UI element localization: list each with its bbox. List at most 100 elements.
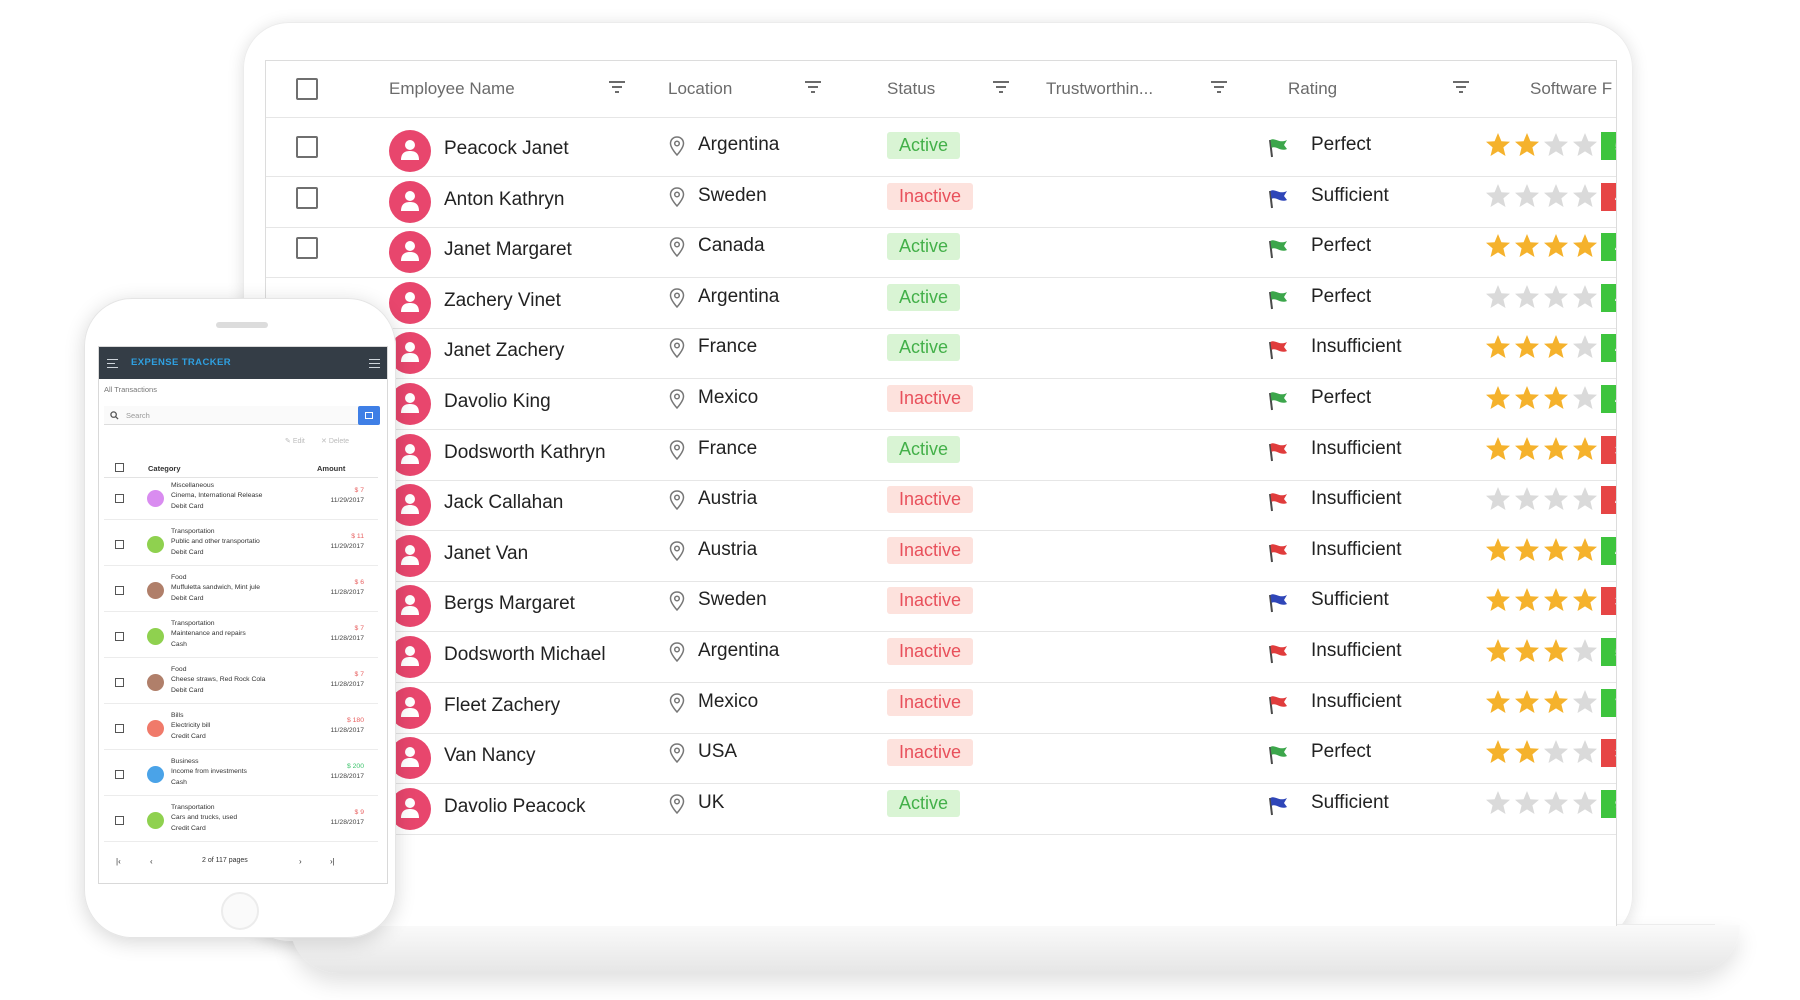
rating-stars[interactable] xyxy=(1484,485,1616,513)
row-checkbox[interactable] xyxy=(296,136,318,158)
list-item[interactable]: Bills Electricity bill Credit Card $ 180 11/… xyxy=(104,708,378,750)
star-icon[interactable] xyxy=(1542,688,1570,716)
item-checkbox[interactable] xyxy=(115,586,124,595)
star-icon[interactable] xyxy=(1571,435,1599,463)
star-icon[interactable] xyxy=(1513,536,1541,564)
filter-icon[interactable] xyxy=(805,81,821,95)
star-icon[interactable] xyxy=(1542,232,1570,260)
star-icon[interactable] xyxy=(1513,789,1541,817)
edit-button[interactable]: ✎ Edit xyxy=(285,437,305,445)
column-header-location[interactable]: Location xyxy=(668,61,798,117)
column-header-trustworthiness[interactable]: Trustworthin... xyxy=(1046,61,1196,117)
star-icon[interactable] xyxy=(1513,485,1541,513)
star-icon[interactable] xyxy=(1484,435,1512,463)
star-icon[interactable] xyxy=(1484,283,1512,311)
star-icon[interactable] xyxy=(1484,232,1512,260)
star-icon[interactable] xyxy=(1484,637,1512,665)
star-icon[interactable] xyxy=(1513,637,1541,665)
list-item[interactable]: Transportation Public and other transport… xyxy=(104,524,378,566)
column-header-rating[interactable]: Rating xyxy=(1288,61,1388,117)
star-icon[interactable] xyxy=(1484,485,1512,513)
star-icon[interactable] xyxy=(1571,485,1599,513)
table-row[interactable]: Davolio Peacock UK Active Sufficient 93% xyxy=(266,776,1616,835)
list-item[interactable]: Transportation Maintenance and repairs Cas… xyxy=(104,616,378,658)
row-checkbox[interactable] xyxy=(296,186,318,209)
star-icon[interactable] xyxy=(1571,789,1599,817)
star-icon[interactable] xyxy=(1484,688,1512,716)
star-icon[interactable] xyxy=(1484,333,1512,361)
column-header-employee-name[interactable]: Employee Name xyxy=(389,61,609,117)
star-icon[interactable] xyxy=(1542,131,1570,159)
select-all-checkbox[interactable] xyxy=(115,463,124,472)
star-icon[interactable] xyxy=(1571,131,1599,159)
filter-icon[interactable] xyxy=(1211,81,1227,95)
star-icon[interactable] xyxy=(1542,536,1570,564)
star-icon[interactable] xyxy=(1484,738,1512,766)
star-icon[interactable] xyxy=(1513,435,1541,463)
filter-icon[interactable] xyxy=(993,81,1009,95)
star-icon[interactable] xyxy=(1571,333,1599,361)
star-icon[interactable] xyxy=(1542,738,1570,766)
column-header-software[interactable]: Software F xyxy=(1530,61,1616,117)
star-icon[interactable] xyxy=(1542,637,1570,665)
search-button[interactable] xyxy=(358,406,380,425)
item-checkbox[interactable] xyxy=(115,816,124,825)
item-checkbox[interactable] xyxy=(115,494,124,503)
rating-stars[interactable] xyxy=(1484,637,1616,665)
star-icon[interactable] xyxy=(1542,485,1570,513)
star-icon[interactable] xyxy=(1513,131,1541,159)
rating-stars[interactable] xyxy=(1484,586,1616,614)
star-icon[interactable] xyxy=(1542,182,1570,210)
star-icon[interactable] xyxy=(1571,586,1599,614)
star-icon[interactable] xyxy=(1571,637,1599,665)
rating-stars[interactable] xyxy=(1484,182,1616,210)
rating-stars[interactable] xyxy=(1484,688,1616,716)
rating-stars[interactable] xyxy=(1484,333,1616,361)
star-icon[interactable] xyxy=(1571,738,1599,766)
star-icon[interactable] xyxy=(1513,586,1541,614)
star-icon[interactable] xyxy=(1513,283,1541,311)
rating-stars[interactable] xyxy=(1484,435,1616,463)
star-icon[interactable] xyxy=(1571,182,1599,210)
list-item[interactable]: Food Muffuletta sandwich, Mint jule Debit … xyxy=(104,570,378,612)
star-icon[interactable] xyxy=(1484,131,1512,159)
star-icon[interactable] xyxy=(1542,333,1570,361)
star-icon[interactable] xyxy=(1542,789,1570,817)
star-icon[interactable] xyxy=(1571,688,1599,716)
star-icon[interactable] xyxy=(1513,333,1541,361)
star-icon[interactable] xyxy=(1484,586,1512,614)
item-checkbox[interactable] xyxy=(115,678,124,687)
list-item[interactable]: Miscellaneous Cinema, International Relea… xyxy=(104,478,378,520)
next-page-icon[interactable]: › xyxy=(299,857,302,866)
list-item[interactable]: Business Income from investments Cash $ 200… xyxy=(104,754,378,796)
item-checkbox[interactable] xyxy=(115,724,124,733)
star-icon[interactable] xyxy=(1513,182,1541,210)
item-checkbox[interactable] xyxy=(115,770,124,779)
star-icon[interactable] xyxy=(1571,283,1599,311)
rating-stars[interactable] xyxy=(1484,536,1616,564)
item-checkbox[interactable] xyxy=(115,632,124,641)
star-icon[interactable] xyxy=(1484,789,1512,817)
star-icon[interactable] xyxy=(1542,586,1570,614)
filter-icon[interactable] xyxy=(1453,81,1469,95)
prev-page-icon[interactable]: ‹ xyxy=(150,857,153,866)
search-input[interactable]: Search xyxy=(104,406,360,425)
rating-stars[interactable] xyxy=(1484,283,1616,311)
star-icon[interactable] xyxy=(1571,384,1599,412)
star-icon[interactable] xyxy=(1484,384,1512,412)
rating-stars[interactable] xyxy=(1484,738,1616,766)
star-icon[interactable] xyxy=(1571,232,1599,260)
rating-stars[interactable] xyxy=(1484,131,1616,159)
row-checkbox[interactable] xyxy=(296,237,318,260)
filter-icon[interactable] xyxy=(609,81,625,95)
star-icon[interactable] xyxy=(1513,738,1541,766)
list-item[interactable]: Transportation Cars and trucks, used Credi… xyxy=(104,800,378,842)
rating-stars[interactable] xyxy=(1484,789,1616,817)
column-header-status[interactable]: Status xyxy=(887,61,987,117)
star-icon[interactable] xyxy=(1542,435,1570,463)
star-icon[interactable] xyxy=(1513,688,1541,716)
star-icon[interactable] xyxy=(1484,536,1512,564)
hamburger-icon[interactable] xyxy=(369,359,380,369)
item-checkbox[interactable] xyxy=(115,540,124,549)
menu-icon[interactable] xyxy=(107,359,118,369)
